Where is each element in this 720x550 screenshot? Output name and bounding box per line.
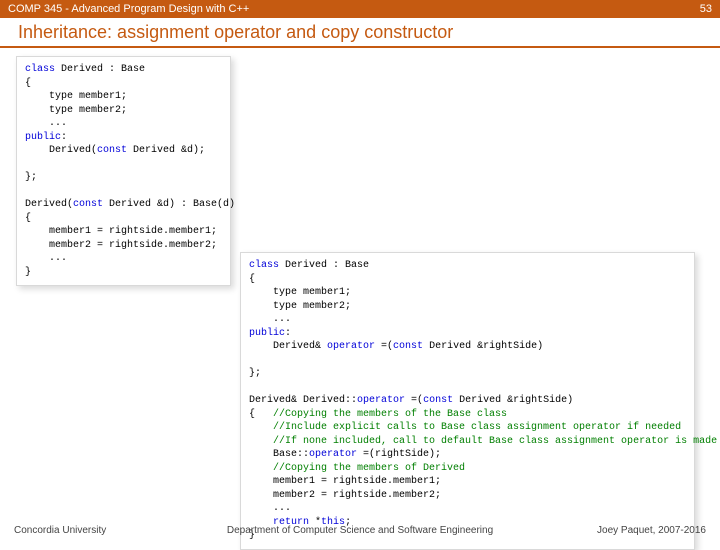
code-text: { xyxy=(249,409,273,420)
kw-operator: operator xyxy=(327,341,375,352)
footer-left: Concordia University xyxy=(14,525,106,536)
kw-const: const xyxy=(73,199,103,210)
kw-operator: operator xyxy=(357,395,405,406)
kw-class: class xyxy=(249,260,279,271)
code-text: member2 = rightside.member2; xyxy=(249,490,441,501)
comment: //If none included, call to default Base… xyxy=(249,436,717,447)
code-text: =( xyxy=(375,341,393,352)
footer-right: Joey Paquet, 2007-2016 xyxy=(597,525,706,536)
code-text: Derived &rightSide) xyxy=(423,341,543,352)
code-text: ... xyxy=(249,503,291,514)
course-label: COMP 345 - Advanced Program Design with … xyxy=(8,3,249,15)
code-text: Derived : Base xyxy=(55,64,145,75)
code-text: =( xyxy=(405,395,423,406)
kw-class: class xyxy=(25,64,55,75)
code-text: : xyxy=(285,328,291,339)
code-text: Derived( xyxy=(25,199,73,210)
code-text: }; xyxy=(25,172,37,183)
code-text: Derived& xyxy=(249,341,327,352)
code-text: } xyxy=(25,267,31,278)
code-text: Derived &d); xyxy=(127,145,205,156)
kw-const: const xyxy=(97,145,127,156)
code-text: Derived : Base xyxy=(279,260,369,271)
footer-center: Department of Computer Science and Softw… xyxy=(227,525,493,536)
code-text: type member2; xyxy=(25,105,127,116)
kw-public: public xyxy=(249,328,285,339)
footer: Concordia University Department of Compu… xyxy=(0,525,720,536)
code-text: type member2; xyxy=(249,301,351,312)
code-block-copy-constructor: class Derived : Base { type member1; typ… xyxy=(16,56,231,286)
code-text: ... xyxy=(25,118,67,129)
code-text: Derived &d) : Base(d) xyxy=(103,199,235,210)
code-block-assignment-operator: class Derived : Base { type member1; typ… xyxy=(240,252,695,550)
code-text: type member1; xyxy=(249,287,351,298)
comment: //Copying the members of the Base class xyxy=(273,409,507,420)
code-text: =(rightSide); xyxy=(357,449,441,460)
comment: //Include explicit calls to Base class a… xyxy=(249,422,681,433)
code-text: Base:: xyxy=(249,449,309,460)
code-text: Derived( xyxy=(25,145,97,156)
code-text: : xyxy=(61,132,67,143)
kw-const: const xyxy=(393,341,423,352)
code-text: Derived &rightSide) xyxy=(453,395,573,406)
code-text: ... xyxy=(25,253,67,264)
code-text: member1 = rightside.member1; xyxy=(249,476,441,487)
comment: //Copying the members of Derived xyxy=(249,463,465,474)
page-number: 53 xyxy=(700,3,712,15)
title-bar: Inheritance: assignment operator and cop… xyxy=(0,18,720,48)
code-text: { xyxy=(25,213,31,224)
kw-const: const xyxy=(423,395,453,406)
code-text: member1 = rightside.member1; xyxy=(25,226,217,237)
code-text: { xyxy=(249,274,255,285)
kw-public: public xyxy=(25,132,61,143)
code-text: }; xyxy=(249,368,261,379)
header-bar: COMP 345 - Advanced Program Design with … xyxy=(0,0,720,18)
code-text: ... xyxy=(249,314,291,325)
kw-operator: operator xyxy=(309,449,357,460)
code-text: Derived& Derived:: xyxy=(249,395,357,406)
code-text: { xyxy=(25,78,31,89)
slide-title: Inheritance: assignment operator and cop… xyxy=(18,22,453,43)
code-text: type member1; xyxy=(25,91,127,102)
code-text: member2 = rightside.member2; xyxy=(25,240,217,251)
